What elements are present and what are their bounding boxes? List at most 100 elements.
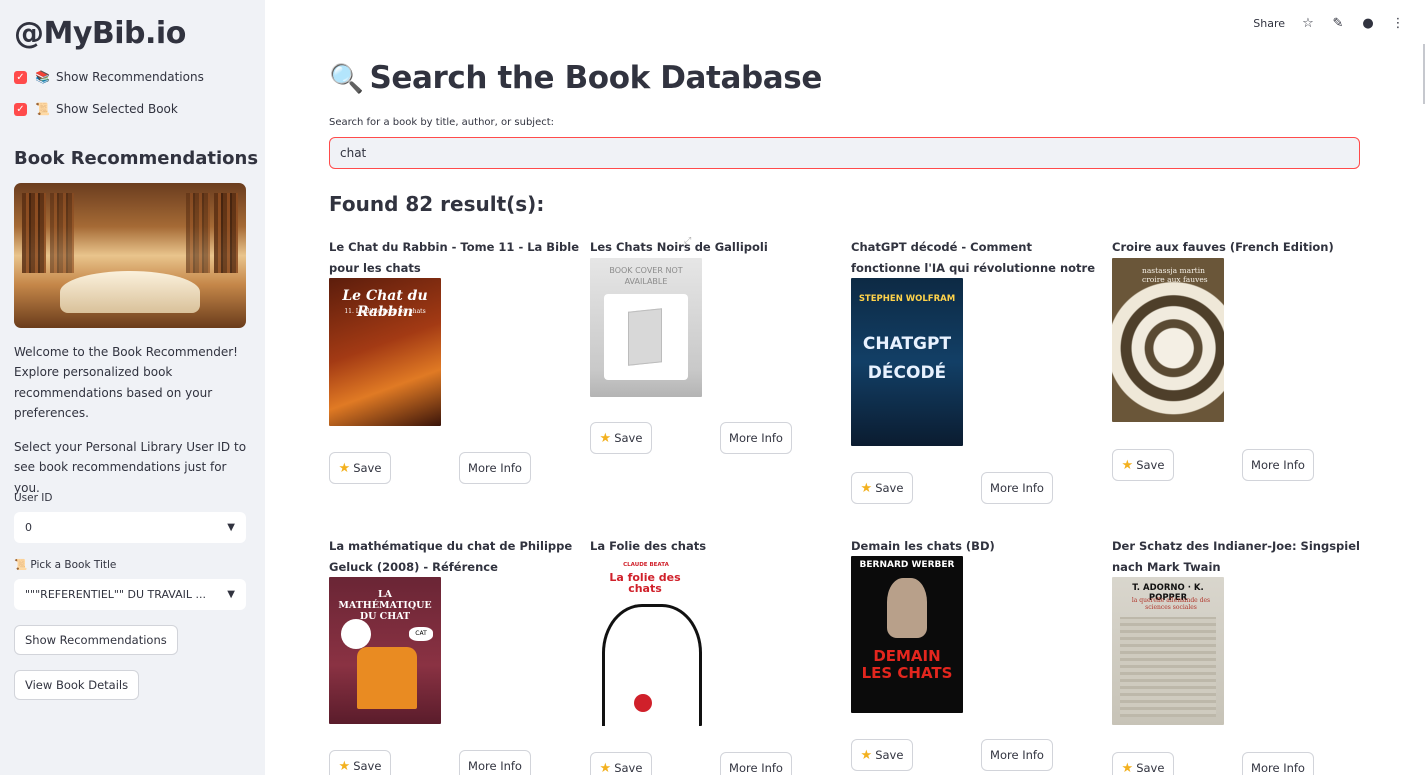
- book-title: La Folie des chats: [590, 539, 707, 553]
- cat-illustration: [887, 578, 927, 638]
- pick-book-label: 📜 Pick a Book Title: [14, 559, 117, 571]
- save-button[interactable]: ★ Save: [1112, 752, 1174, 775]
- book-cover[interactable]: LA MATHÉMATIQUE DU CHAT CAT: [329, 577, 441, 724]
- save-button[interactable]: ★ Save: [1112, 449, 1174, 481]
- cover-author: CLAUDE BEATA: [623, 562, 669, 568]
- book-cover[interactable]: nastassja martin croire aux fauves: [1112, 258, 1224, 422]
- star-icon: ★: [1121, 458, 1134, 473]
- show-recommendations-toggle[interactable]: ✓ 📚 Show Recommendations: [14, 70, 204, 84]
- cat-drawing: [602, 604, 702, 726]
- brand-title: @MyBib.io: [14, 16, 186, 51]
- book-cover[interactable]: STEPHEN WOLFRAM CHATGPT DÉCODÉ: [851, 278, 963, 446]
- save-button[interactable]: ★ Save: [329, 750, 391, 775]
- checkbox-checked-icon[interactable]: ✓: [14, 70, 27, 84]
- share-button[interactable]: Share: [1253, 17, 1285, 30]
- more-info-button[interactable]: More Info: [981, 472, 1053, 504]
- publisher-logo: [634, 694, 652, 712]
- cover-illustration: [1120, 617, 1216, 717]
- view-book-details-button[interactable]: View Book Details: [14, 670, 140, 700]
- sidebar-heading: Book Recommendations: [14, 148, 259, 169]
- chevron-down-icon: ▼: [227, 589, 235, 600]
- more-menu-icon[interactable]: ⋮: [1391, 16, 1405, 31]
- show-recommendations-button[interactable]: Show Recommendations: [14, 625, 178, 655]
- save-label: Save: [614, 761, 643, 775]
- cover-author: BERNARD WERBER: [859, 560, 955, 570]
- toolbar: Share ☆ ✎ ● ⋮: [1253, 16, 1405, 31]
- save-button[interactable]: ★ Save: [329, 452, 391, 484]
- star-icon: ★: [1121, 761, 1134, 775]
- more-info-button[interactable]: More Info: [981, 739, 1053, 771]
- save-button[interactable]: ★ Save: [851, 739, 913, 771]
- book-cover[interactable]: T. ADORNO · K. POPPER la querelle allema…: [1112, 577, 1224, 725]
- scroll-icon: 📜: [35, 102, 50, 116]
- save-label: Save: [353, 461, 382, 475]
- book-cover[interactable]: BERNARD WERBER DEMAIN LES CHATS: [851, 556, 963, 713]
- magnifier-icon: 🔍: [329, 61, 364, 95]
- book-title: Der Schatz des Indianer-Joe: Singspiel n…: [1112, 539, 1360, 574]
- more-info-button[interactable]: More Info: [1242, 752, 1314, 775]
- cover-placeholder-text: BOOK COVER NOT AVAILABLE: [609, 266, 683, 286]
- user-id-select[interactable]: 0 ▼: [14, 512, 246, 543]
- speech-bubble: CAT: [409, 627, 433, 641]
- book-cover[interactable]: CLAUDE BEATA La folie des chats: [590, 560, 702, 726]
- cat-illustration: [357, 647, 417, 709]
- star-icon: ★: [338, 461, 351, 476]
- book-title: Demain les chats (BD): [851, 539, 995, 553]
- save-button[interactable]: ★ Save: [590, 752, 652, 775]
- book-placeholder-icon: [604, 294, 688, 380]
- star-icon: ★: [338, 759, 351, 774]
- star-icon: ★: [599, 431, 612, 446]
- books-icon: 📚: [35, 70, 50, 84]
- cover-title: Le Chat du Rabbin: [342, 288, 428, 320]
- cover-title: nastassja martin croire aux fauves: [1142, 266, 1208, 284]
- cover-title: DEMAIN LES CHATS: [861, 647, 953, 682]
- book-title: Croire aux fauves (French Edition): [1112, 240, 1334, 254]
- cover-subtitle: la querelle allemande des sciences socia…: [1131, 597, 1211, 611]
- book-title-value: """REFERENTIEL"" DU TRAVAIL ...: [25, 588, 206, 601]
- search-label: Search for a book by title, author, or s…: [329, 117, 555, 128]
- expand-icon[interactable]: ⤢: [684, 236, 694, 246]
- more-info-button[interactable]: More Info: [720, 422, 792, 454]
- app-root: @MyBib.io ✓ 📚 Show Recommendations ✓ 📜 S…: [0, 0, 1425, 775]
- more-info-button[interactable]: More Info: [720, 752, 792, 775]
- more-info-button[interactable]: More Info: [459, 750, 531, 775]
- user-id-value: 0: [25, 521, 32, 534]
- cover-title: La folie des chats: [609, 571, 681, 595]
- sidebar: @MyBib.io ✓ 📚 Show Recommendations ✓ 📜 S…: [0, 0, 265, 775]
- save-label: Save: [614, 431, 643, 445]
- cover-title: LA MATHÉMATIQUE DU CHAT: [338, 589, 432, 622]
- book-cover-placeholder[interactable]: BOOK COVER NOT AVAILABLE: [590, 258, 702, 397]
- cover-author: STEPHEN WOLFRAM: [858, 294, 956, 304]
- book-title: Le Chat du Rabbin - Tome 11 - La Bible p…: [329, 240, 579, 275]
- toggle-label: Show Selected Book: [55, 102, 178, 116]
- toggle-label: Show Recommendations: [55, 70, 204, 84]
- star-icon: ★: [860, 481, 873, 496]
- save-button[interactable]: ★ Save: [851, 472, 913, 504]
- library-book-image: [14, 183, 246, 328]
- save-label: Save: [875, 481, 904, 495]
- cover-subtitle: 11. La Bible pour les chats: [344, 308, 426, 315]
- save-label: Save: [1136, 761, 1165, 775]
- page-title: 🔍 Search the Book Database: [329, 60, 822, 96]
- star-icon: ★: [599, 761, 612, 775]
- intro-text: Welcome to the Book Recommender! Explore…: [14, 345, 238, 420]
- book-title: La mathématique du chat de Philippe Gelu…: [329, 539, 573, 574]
- more-info-button[interactable]: More Info: [1242, 449, 1314, 481]
- book-cover[interactable]: Le Chat du Rabbin 11. La Bible pour les …: [329, 278, 441, 426]
- star-icon[interactable]: ☆: [1301, 16, 1315, 31]
- save-button[interactable]: ★ Save: [590, 422, 652, 454]
- more-info-button[interactable]: More Info: [459, 452, 531, 484]
- edit-pencil-icon[interactable]: ✎: [1331, 16, 1345, 31]
- checkbox-checked-icon[interactable]: ✓: [14, 102, 27, 116]
- search-input[interactable]: [329, 137, 1360, 169]
- star-icon: ★: [860, 748, 873, 763]
- github-icon[interactable]: ●: [1361, 16, 1375, 31]
- page-title-text: Search the Book Database: [369, 60, 822, 96]
- save-label: Save: [875, 748, 904, 762]
- chevron-down-icon: ▼: [227, 522, 235, 533]
- user-id-label: User ID: [14, 492, 53, 504]
- save-label: Save: [1136, 458, 1165, 472]
- book-title-select[interactable]: """REFERENTIEL"" DU TRAVAIL ... ▼: [14, 579, 246, 610]
- save-label: Save: [353, 759, 382, 773]
- show-selected-book-toggle[interactable]: ✓ 📜 Show Selected Book: [14, 102, 178, 116]
